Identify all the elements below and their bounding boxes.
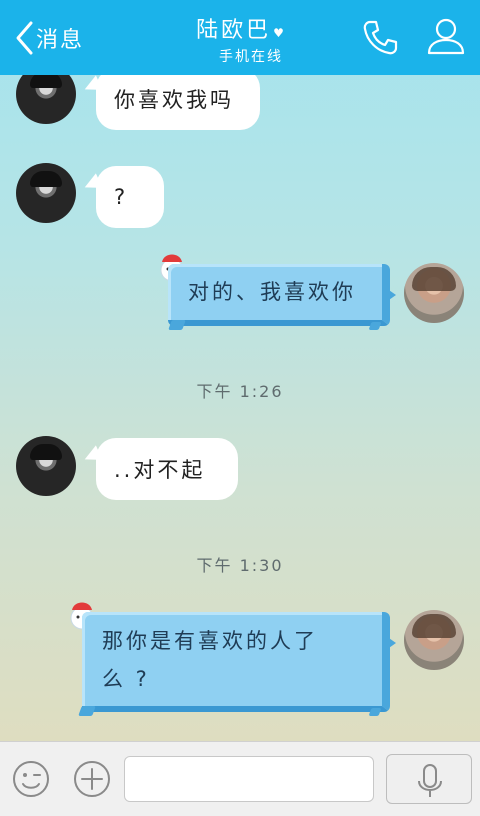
emoji-icon <box>13 761 49 797</box>
heart-icon: ♥ <box>273 26 284 40</box>
ice-decoration <box>168 320 186 330</box>
emoji-button[interactable] <box>11 759 51 799</box>
online-status: 手机在线 <box>219 49 283 65</box>
message-text: 那你是有喜欢的人了 么 ? <box>82 612 382 710</box>
message-text: 你喜欢我吗 <box>114 88 234 112</box>
phone-icon <box>363 20 398 55</box>
message-bubble-sent[interactable]: 那你是有喜欢的人了 么 ? <box>82 612 396 712</box>
chevron-left-icon <box>16 21 33 55</box>
message-bubble-received[interactable]: ? <box>96 166 164 228</box>
contact-name: 陆欧巴 <box>196 18 272 43</box>
input-bar <box>0 741 480 816</box>
profile-button[interactable] <box>426 16 466 56</box>
timestamp: 下午 1:26 <box>196 382 284 401</box>
message-text: ..对不起 <box>114 458 206 482</box>
more-button[interactable] <box>72 759 112 799</box>
message-text: 对的、我喜欢你 <box>188 280 356 304</box>
top-bar: 消息 陆欧巴 ♥ 手机在线 <box>0 0 480 75</box>
contact-title[interactable]: 陆欧巴 ♥ 手机在线 <box>150 12 330 66</box>
message-text: ? <box>114 185 129 209</box>
call-button[interactable] <box>360 18 400 58</box>
message-bubble-received[interactable]: 你喜欢我吗 <box>96 68 260 130</box>
message-bubble-received[interactable]: ..对不起 <box>96 438 238 500</box>
voice-button[interactable] <box>386 754 472 804</box>
contact-avatar[interactable] <box>16 163 76 223</box>
profile-icon <box>427 18 465 55</box>
bubble-tail <box>386 636 396 650</box>
my-avatar[interactable] <box>404 263 464 323</box>
ice-decoration <box>368 322 382 330</box>
ice-decoration <box>368 708 382 716</box>
chat-screen: 消息 陆欧巴 ♥ 手机在线 你喜欢我吗 ? 对的、我喜欢你 下午 1:26 ..… <box>0 0 480 816</box>
timestamp: 下午 1:30 <box>196 556 284 575</box>
my-avatar[interactable] <box>404 610 464 670</box>
message-text-line: 那你是有喜欢的人了 <box>102 629 318 653</box>
message-text-line: 么 ? <box>102 667 150 691</box>
back-label: 消息 <box>36 28 85 53</box>
message-bubble-sent[interactable]: 对的、我喜欢你 <box>168 264 396 326</box>
bubble-tail <box>386 288 396 302</box>
back-button[interactable]: 消息 <box>14 18 84 58</box>
microphone-icon <box>418 764 442 797</box>
plus-icon <box>74 761 110 797</box>
ice-decoration <box>78 706 96 716</box>
message-input[interactable] <box>124 756 374 802</box>
contact-avatar[interactable] <box>16 436 76 496</box>
